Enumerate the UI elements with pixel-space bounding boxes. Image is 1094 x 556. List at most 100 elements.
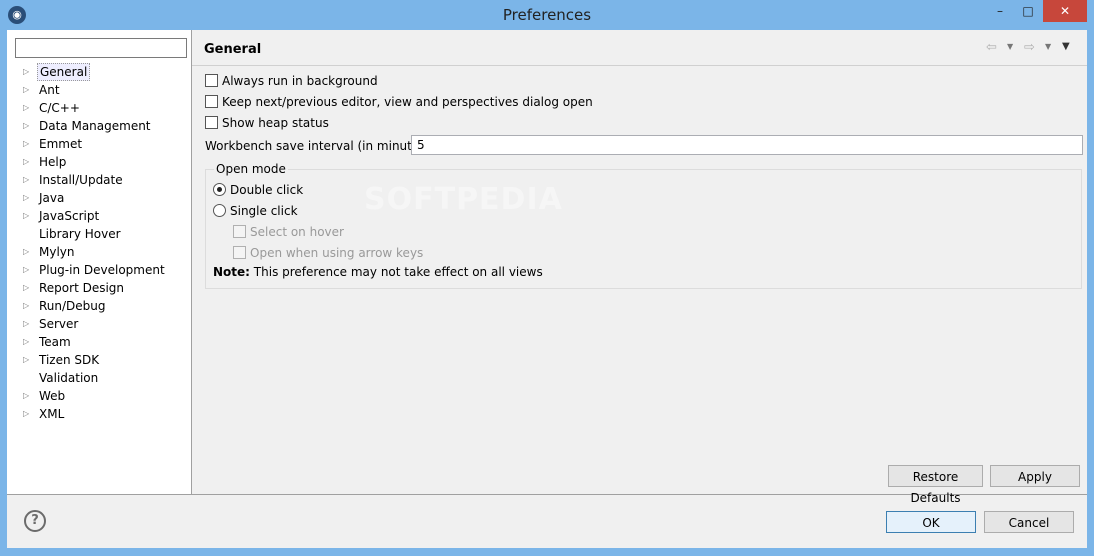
expand-arrow-icon[interactable]: ▷ [23, 297, 37, 315]
checkbox-box[interactable] [205, 95, 218, 108]
tree-item-label: Data Management [39, 119, 151, 133]
minimize-button[interactable]: – [986, 0, 1014, 22]
tree-item-label: Install/Update [39, 173, 123, 187]
apply-button[interactable]: Apply [990, 465, 1080, 487]
tree-item-label: Java [39, 191, 65, 205]
save-interval-label: Workbench save interval (in minutes): [205, 139, 435, 153]
forward-dropdown-icon[interactable]: ▼ [1045, 42, 1051, 51]
tree-item[interactable]: ▷ Team [23, 333, 73, 351]
tree-item-label: Help [39, 155, 67, 169]
tree-item[interactable]: ▷ JavaScript [23, 207, 101, 225]
tree-item[interactable]: ▷ General [23, 63, 91, 81]
help-icon[interactable]: ? [24, 510, 46, 532]
tree-item[interactable]: ▷ Report Design [23, 279, 126, 297]
header-divider [192, 65, 1087, 66]
tree-item[interactable]: ▷ Plug-in Development [23, 261, 167, 279]
tree-item-label: Mylyn [39, 245, 75, 259]
expand-arrow-icon[interactable]: ▷ [23, 261, 37, 279]
expand-arrow-icon[interactable]: ▷ [23, 189, 37, 207]
tree-item[interactable]: Validation [23, 369, 100, 387]
tree-item-label: Web [39, 389, 66, 403]
page-title: General [204, 42, 262, 57]
tree-item[interactable]: ▷ Install/Update [23, 171, 125, 189]
forward-arrow-icon[interactable]: ⇨ [1024, 40, 1035, 55]
tree-item[interactable]: ▷ Emmet [23, 135, 84, 153]
ok-button[interactable]: OK [886, 511, 976, 533]
tree-item-label: Plug-in Development [39, 263, 165, 277]
expand-arrow-icon[interactable]: ▷ [23, 333, 37, 351]
tree-item[interactable]: ▷ Mylyn [23, 243, 77, 261]
preferences-window: ◉ Preferences – □ ✕ ▷ General ▷ Ant ▷ C/C++ ▷ D… [0, 0, 1094, 556]
radio-label: Single click [230, 204, 298, 218]
show-heap-status-checkbox[interactable]: Show heap status [205, 115, 329, 131]
tree-item-label: JavaScript [39, 209, 100, 223]
double-click-radio[interactable]: Double click [213, 182, 303, 198]
expand-arrow-icon[interactable]: ▷ [23, 135, 37, 153]
select-on-hover-checkbox: Select on hover [233, 224, 344, 240]
open-mode-label: Open mode [214, 162, 288, 176]
expand-arrow-icon[interactable]: ▷ [23, 171, 37, 189]
expand-arrow-icon[interactable]: ▷ [23, 99, 37, 117]
dialog-body: ▷ General ▷ Ant ▷ C/C++ ▷ Data Management ▷ Emmet… [7, 30, 1087, 548]
save-interval-input[interactable] [411, 135, 1083, 155]
checkbox-box[interactable] [205, 74, 218, 87]
tree-item[interactable]: ▷ Tizen SDK [23, 351, 101, 369]
tree-item-label: Emmet [39, 137, 83, 151]
radio-label: Double click [230, 183, 304, 197]
checkbox-box[interactable] [205, 116, 218, 129]
expand-arrow-icon[interactable]: ▷ [23, 207, 37, 225]
cancel-button[interactable]: Cancel [984, 511, 1074, 533]
tree-item-label: C/C++ [39, 101, 80, 115]
checkbox-label: Select on hover [250, 225, 344, 239]
tree-item[interactable]: ▷ Server [23, 315, 80, 333]
tree-item-label: Server [39, 317, 79, 331]
tree-item-label: XML [39, 407, 65, 421]
restore-defaults-button[interactable]: Restore Defaults [888, 465, 983, 505]
tree-item[interactable]: ▷ XML [23, 405, 66, 423]
tree-item[interactable]: ▷ Java [23, 189, 66, 207]
tree-item[interactable]: Library Hover [23, 225, 123, 243]
checkbox-box [233, 225, 246, 238]
tree-item[interactable]: ▷ Help [23, 153, 68, 171]
expand-arrow-icon[interactable]: ▷ [23, 63, 37, 81]
radio-button[interactable] [213, 204, 226, 217]
radio-button[interactable] [213, 183, 226, 196]
back-arrow-icon[interactable]: ⇦ [986, 40, 997, 55]
tree-item[interactable]: ▷ Data Management [23, 117, 153, 135]
checkbox-label: Show heap status [222, 116, 329, 130]
tree-item-label: Library Hover [39, 227, 121, 241]
checkbox-label: Keep next/previous editor, view and pers… [222, 95, 593, 109]
expand-arrow-icon[interactable]: ▷ [23, 279, 37, 297]
open-arrow-keys-checkbox: Open when using arrow keys [233, 245, 423, 261]
tree-item[interactable]: ▷ C/C++ [23, 99, 82, 117]
checkbox-label: Open when using arrow keys [250, 246, 424, 260]
tree-item[interactable]: ▷ Run/Debug [23, 297, 108, 315]
tree-item[interactable]: ▷ Web [23, 387, 67, 405]
expand-arrow-icon[interactable]: ▷ [23, 81, 37, 99]
open-mode-note: Note: This preference may not take effec… [213, 265, 543, 279]
checkbox-label: Always run in background [222, 74, 378, 88]
tree-item-label: Validation [39, 371, 99, 385]
filter-input[interactable] [15, 38, 187, 58]
single-click-radio[interactable]: Single click [213, 203, 298, 219]
always-run-background-checkbox[interactable]: Always run in background [205, 73, 378, 89]
expand-arrow-icon[interactable]: ▷ [23, 243, 37, 261]
maximize-button[interactable]: □ [1014, 0, 1042, 22]
note-label: Note: [213, 265, 250, 279]
back-dropdown-icon[interactable]: ▼ [1007, 42, 1013, 51]
keep-next-previous-checkbox[interactable]: Keep next/previous editor, view and pers… [205, 94, 593, 110]
page-header: General ⇦ ▼ ⇨ ▼ ▼ [192, 30, 1087, 64]
tree-item[interactable]: ▷ Ant [23, 81, 62, 99]
watermark: SOFTPEDIA [364, 182, 563, 217]
note-text: This preference may not take effect on a… [253, 265, 543, 279]
view-menu-icon[interactable]: ▼ [1062, 41, 1070, 52]
expand-arrow-icon[interactable]: ▷ [23, 117, 37, 135]
expand-arrow-icon[interactable]: ▷ [23, 315, 37, 333]
close-button[interactable]: ✕ [1043, 0, 1087, 22]
expand-arrow-icon[interactable]: ▷ [23, 387, 37, 405]
preference-tree: ▷ General ▷ Ant ▷ C/C++ ▷ Data Management ▷ Emmet… [7, 30, 192, 495]
title-bar: ◉ Preferences – □ ✕ [0, 0, 1094, 30]
expand-arrow-icon[interactable]: ▷ [23, 405, 37, 423]
expand-arrow-icon[interactable]: ▷ [23, 153, 37, 171]
expand-arrow-icon[interactable]: ▷ [23, 351, 37, 369]
